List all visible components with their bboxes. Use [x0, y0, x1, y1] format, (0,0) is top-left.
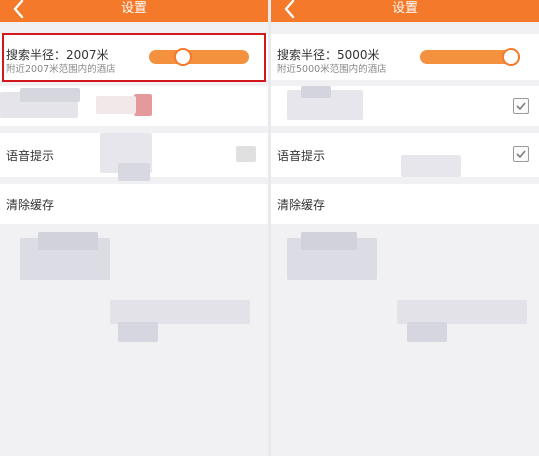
slider-knob[interactable] — [502, 48, 520, 66]
blurred-region — [301, 232, 357, 250]
voice-prompt-checkbox[interactable] — [513, 146, 529, 162]
setting-checkbox[interactable] — [513, 98, 529, 114]
blurred-region — [20, 88, 80, 102]
search-radius-label: 搜索半径：5000米 — [277, 48, 380, 62]
search-radius-hint: 附近5000米范围内的酒店 — [277, 64, 387, 75]
settings-screen-right: 设置 搜索半径：5000米 附近5000米范围内的酒店 语音提示 清除缓存 — [271, 0, 539, 456]
page-title: 设置 — [120, 1, 147, 16]
header-bar: 设置 — [271, 0, 539, 22]
blurred-region — [110, 300, 250, 324]
blurred-region — [134, 94, 152, 116]
blurred-region — [397, 300, 527, 324]
blurred-region — [118, 163, 150, 181]
search-radius-row: 搜索半径：5000米 附近5000米范围内的酒店 — [271, 34, 539, 80]
blurred-region — [301, 86, 331, 98]
clear-cache-label: 清除缓存 — [6, 198, 55, 212]
voice-prompt-label: 语音提示 — [6, 149, 55, 163]
voice-prompt-label: 语音提示 — [277, 149, 326, 163]
blurred-region — [236, 146, 256, 162]
blurred-region — [407, 322, 447, 342]
blurred-setting-row — [271, 86, 539, 126]
search-radius-slider[interactable] — [420, 48, 520, 66]
blurred-region — [401, 155, 461, 177]
highlight-frame — [2, 33, 266, 82]
blurred-region — [38, 232, 98, 250]
header-bar: 设置 — [0, 0, 268, 22]
blurred-region — [96, 96, 136, 114]
clear-cache-label: 清除缓存 — [277, 198, 326, 212]
settings-screen-left: 设置 搜索半径：2007米 附近2007米范围内的酒店 语音提示 清除缓存 — [0, 0, 268, 456]
page-title: 设置 — [391, 1, 418, 16]
clear-cache-row[interactable]: 清除缓存 — [0, 184, 268, 224]
voice-prompt-row[interactable]: 语音提示 — [271, 133, 539, 177]
blurred-region — [118, 322, 158, 342]
clear-cache-row[interactable]: 清除缓存 — [271, 184, 539, 224]
voice-prompt-row[interactable]: 语音提示 — [0, 133, 268, 181]
blurred-setting-row — [0, 86, 268, 126]
